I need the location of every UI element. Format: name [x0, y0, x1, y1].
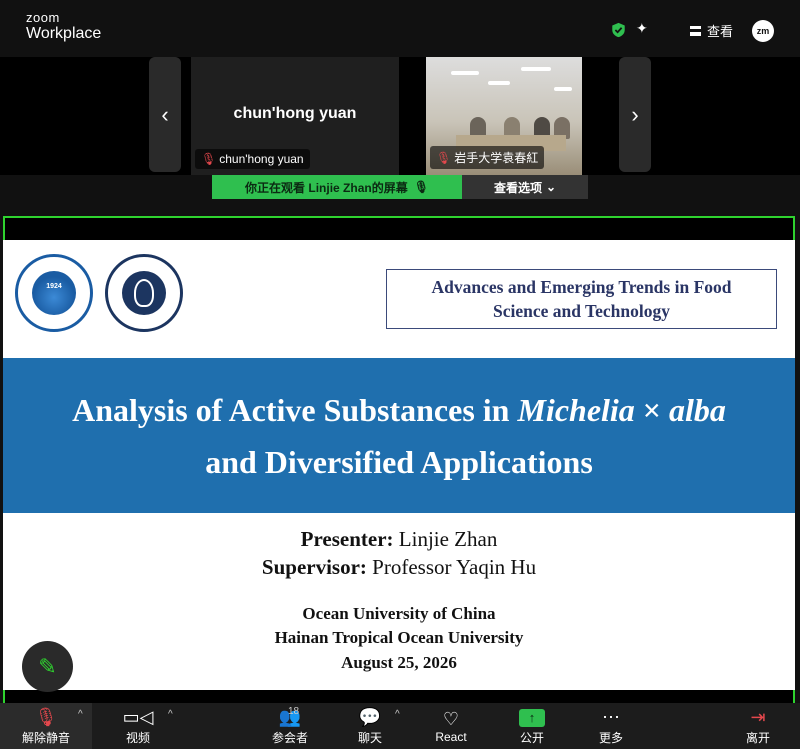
screen-share-bar: 你正在观看 Linjie Zhan的屏幕 🎙 查看选项 ⌄ — [212, 175, 588, 199]
mic-muted-icon: 🎙 — [413, 180, 429, 194]
participant-tag-label: chun'hong yuan — [219, 152, 304, 166]
prev-page-button[interactable]: ‹ — [149, 57, 181, 172]
chat-button[interactable]: 💬 聊天 — [346, 703, 394, 749]
heart-icon: ♡ — [442, 708, 460, 729]
institution-1: Ocean University of China — [302, 604, 496, 623]
video-camera-icon: ▭◁ — [122, 707, 154, 727]
participant-tile[interactable]: chun'hong yuan 🎙 chun'hong yuan — [191, 57, 399, 175]
viewing-label: 你正在观看 Linjie Zhan的屏幕 — [245, 180, 408, 195]
audio-options-caret-icon[interactable]: ^ — [78, 709, 83, 720]
participant-tile-video[interactable]: 🎙 岩手大学袁春紅 — [426, 57, 582, 175]
slide-title-line2: and Diversified Applications — [205, 444, 593, 480]
share-arrow-icon: ↑ — [519, 708, 545, 727]
participants-button[interactable]: 👥 参会者 18 — [264, 703, 316, 749]
video-options-caret-icon[interactable]: ^ — [168, 709, 173, 720]
view-options-label: 查看选项 — [493, 180, 542, 195]
view-layout-icon — [690, 25, 701, 36]
next-page-button[interactable]: › — [619, 57, 651, 172]
exit-door-icon: ⇥ — [750, 707, 766, 727]
participant-tag: 🎙 chun'hong yuan — [195, 149, 310, 169]
sparkle-icon[interactable]: ✦ — [636, 20, 648, 37]
zoom-logo: zoom Workplace — [26, 11, 101, 42]
view-options-button[interactable]: 查看选项 ⌄ — [462, 175, 588, 199]
title-banner: Analysis of Active Substances in Micheli… — [3, 358, 795, 513]
mic-muted-icon: 🎙 — [201, 152, 217, 166]
video-button[interactable]: ▭◁ 视频 — [112, 703, 164, 749]
participant-strip — [0, 57, 800, 175]
participant-name: chun'hong yuan — [233, 105, 357, 122]
conference-title-line1: Advances and Emerging Trends in Food — [431, 277, 732, 297]
participant-tag: 🎙 岩手大学袁春紅 — [430, 146, 545, 169]
presenter-line: Presenter: Linjie Zhan — [300, 527, 498, 551]
leave-button[interactable]: ⇥ 离开 — [734, 703, 782, 749]
more-ellipsis-icon: ⋯ — [602, 707, 620, 727]
security-shield-icon[interactable] — [611, 22, 626, 38]
participant-tag-label: 岩手大学袁春紅 — [454, 151, 539, 165]
institution-2: Hainan Tropical Ocean University — [274, 628, 524, 647]
meeting-toolbar: 🎙 解除静音 ^ ▭◁ 视频 ^ 👥 参会者 18 💬 聊天 ^ ♡ React… — [0, 703, 800, 749]
ocean-university-seal: 1924 — [15, 254, 93, 332]
chat-options-caret-icon[interactable]: ^ — [395, 709, 400, 720]
viewing-indicator: 你正在观看 Linjie Zhan的屏幕 🎙 — [212, 175, 462, 199]
top-bar: zoom Workplace ✦ 查看 zm — [0, 0, 800, 57]
shared-slide: 1924 Advances and Emerging Trends in Foo… — [3, 240, 795, 690]
chat-bubble-icon: 💬 — [358, 707, 382, 727]
chevron-left-icon: ‹ — [161, 101, 169, 127]
more-button[interactable]: ⋯ 更多 — [587, 703, 635, 749]
logo-product: Workplace — [26, 25, 102, 42]
logo-brand: zoom — [26, 10, 60, 25]
pencil-icon: ✎ — [38, 653, 57, 679]
participant-count-badge: 18 — [288, 706, 300, 717]
chevron-down-icon: ⌄ — [545, 180, 557, 194]
supervisor-line: Supervisor: Professor Yaqin Hu — [261, 555, 537, 579]
annotate-pen-button[interactable]: ✎ — [22, 641, 73, 692]
slide-title-line1: Analysis of Active Substances in Micheli… — [72, 392, 726, 428]
presentation-date: August 25, 2026 — [341, 653, 457, 672]
conference-title-line2: Science and Technology — [493, 301, 670, 321]
avatar[interactable]: zm — [752, 20, 774, 42]
react-button[interactable]: ♡ React — [427, 703, 475, 749]
view-label: 查看 — [707, 24, 734, 39]
mic-muted-icon: 🎙 — [34, 707, 58, 727]
chevron-right-icon: › — [631, 101, 639, 127]
mic-muted-icon: 🎙 — [436, 150, 452, 165]
share-button[interactable]: ↑ 公开 — [508, 703, 556, 749]
hainan-university-seal — [105, 254, 183, 332]
conference-title-box: Advances and Emerging Trends in Food Sci… — [386, 269, 777, 329]
view-button[interactable]: 查看 — [690, 21, 733, 40]
